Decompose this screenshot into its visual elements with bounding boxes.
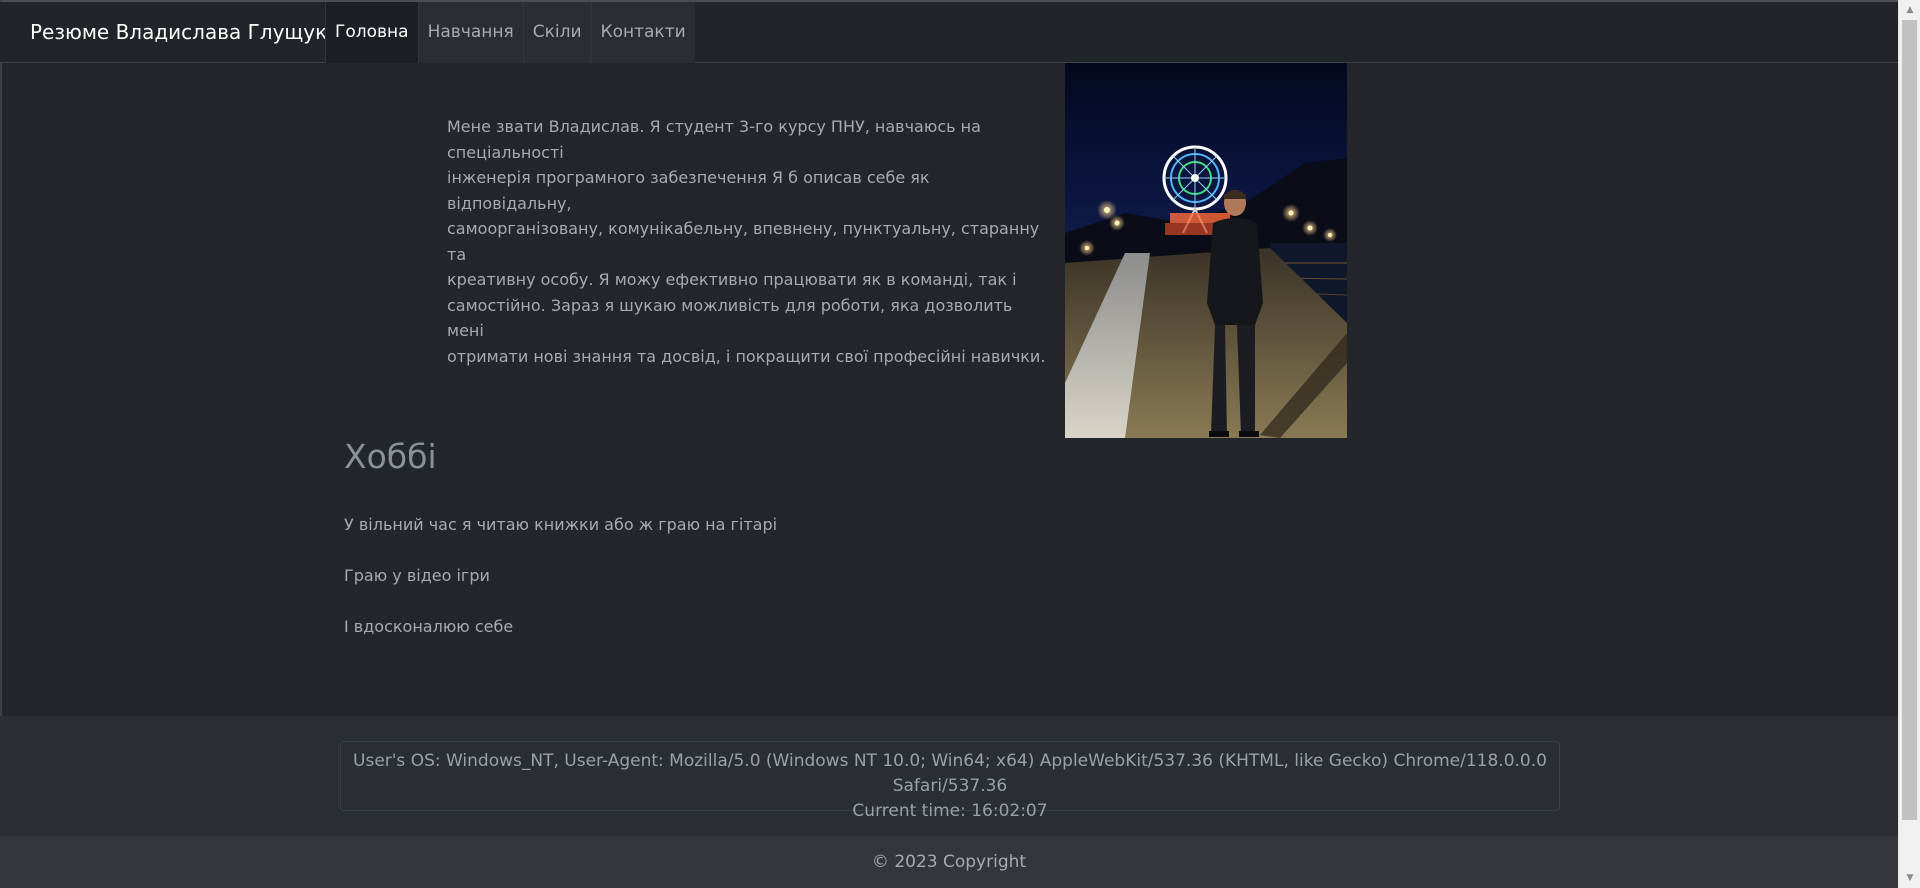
nav-menu: Головна Навчання Скіли Контакти <box>325 2 695 63</box>
scroll-up-icon[interactable]: ▲ <box>1899 2 1920 18</box>
scroll-down-icon[interactable]: ▼ <box>1899 870 1920 886</box>
navbar-brand[interactable]: Резюме Владислава Глущука <box>30 2 339 63</box>
footer: © 2023 Copyright <box>0 836 1898 888</box>
vertical-scrollbar[interactable]: ▲ ▼ <box>1898 0 1920 888</box>
about-line: самостійно. Зараз я шукаю можливість для… <box>447 295 1013 341</box>
about-line: креативну особу. Я можу ефективно працюв… <box>447 270 1017 289</box>
nav-item-home[interactable]: Головна <box>325 2 418 63</box>
about-text: Мене звати Владислав. Я студент 3-го кур… <box>447 114 1047 369</box>
about-line: інженерія програмного забезпечення Я б о… <box>447 168 930 213</box>
hobby-item: У вільний час я читаю книжки або ж граю … <box>344 515 778 534</box>
hobby-item: І вдосконалюю себе <box>344 617 514 636</box>
hobby-item: Граю у відео ігри <box>344 566 490 585</box>
user-os-text: User's OS: Windows_NT, User-Agent: Mozil… <box>353 751 1547 796</box>
navbar: Резюме Владислава Глущука Головна Навчан… <box>0 2 1898 63</box>
about-line: отримати нові знання та досвід, і покращ… <box>447 346 1046 366</box>
nav-item-contacts[interactable]: Контакти <box>590 2 695 63</box>
system-info-section: User's OS: Windows_NT, User-Agent: Mozil… <box>0 716 1898 836</box>
profile-photo <box>1065 63 1347 438</box>
copyright-text: © 2023 Copyright <box>871 852 1027 872</box>
system-info-box: User's OS: Windows_NT, User-Agent: Mozil… <box>340 741 1560 821</box>
hobbies-heading: Хоббі <box>344 437 437 476</box>
about-line: самоорганізовану, комунікабельну, впевне… <box>447 219 1040 264</box>
nav-item-education[interactable]: Навчання <box>417 2 523 63</box>
nav-item-skills[interactable]: Скіли <box>522 2 591 63</box>
about-line: Мене звати Владислав. Я студент 3-го кур… <box>447 117 981 162</box>
current-time-text: Current time: 16:02:07 <box>852 801 1048 821</box>
scrollbar-thumb[interactable] <box>1902 20 1917 820</box>
